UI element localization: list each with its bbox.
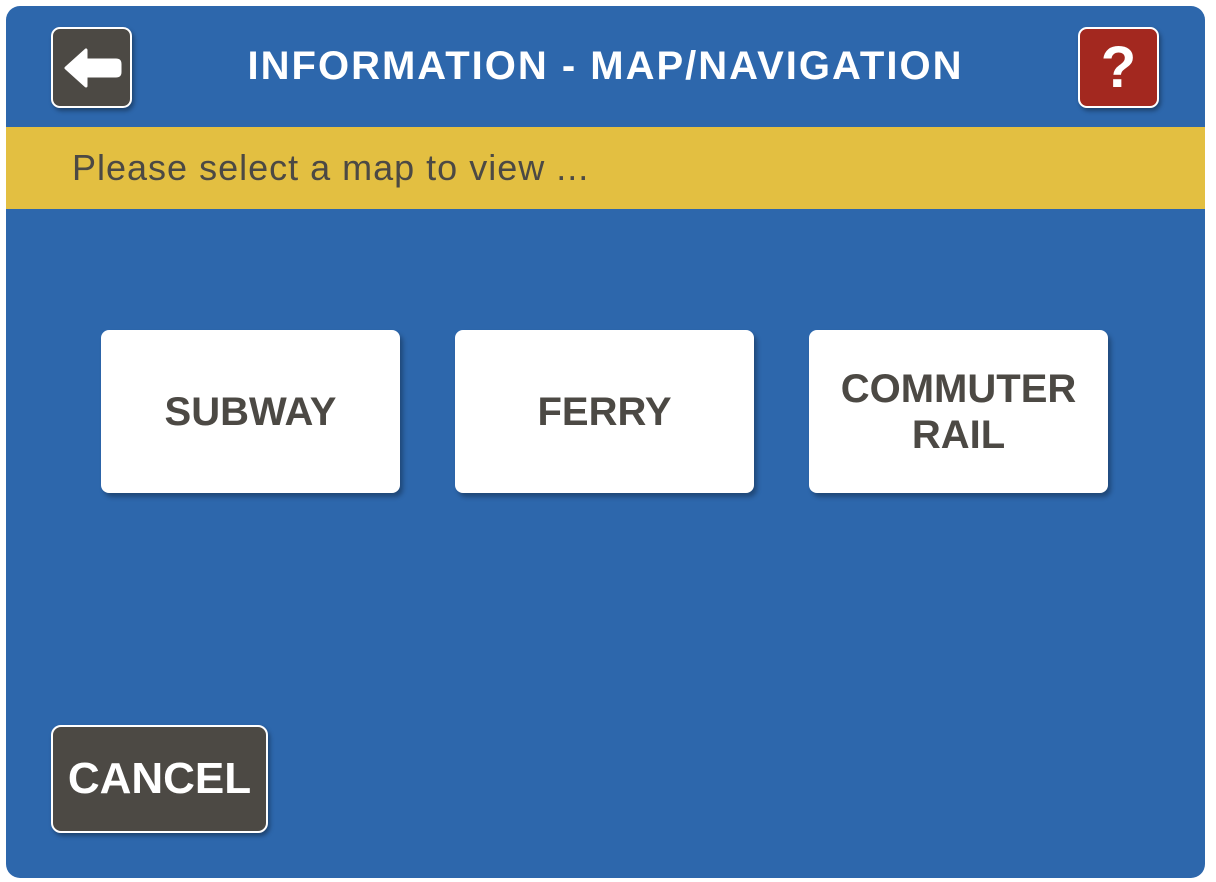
prompt-text: Please select a map to view ... [72,147,590,188]
page-title: INFORMATION - MAP/NAVIGATION [247,44,964,88]
cancel-label: CANCEL [67,754,252,803]
commuter-rail-map-label: COMMUTER RAIL [840,366,1077,457]
arrow-left-icon [64,48,121,87]
header-bar: INFORMATION - MAP/NAVIGATION ? [6,6,1205,127]
subway-map-button[interactable]: SUBWAY [101,330,400,493]
ferry-map-button[interactable]: FERRY [455,330,754,493]
commuter-rail-map-button[interactable]: COMMUTER RAIL [809,330,1108,493]
kiosk-screen: INFORMATION - MAP/NAVIGATION ? Please se… [6,6,1205,878]
prompt-bar: Please select a map to view ... [6,127,1205,209]
cancel-button[interactable]: CANCEL [51,725,268,833]
question-mark-icon: ? [1100,34,1137,100]
help-button[interactable]: ? [1078,27,1159,108]
back-button[interactable] [51,27,132,108]
subway-map-label: SUBWAY [164,389,337,434]
ferry-map-label: FERRY [537,389,672,434]
